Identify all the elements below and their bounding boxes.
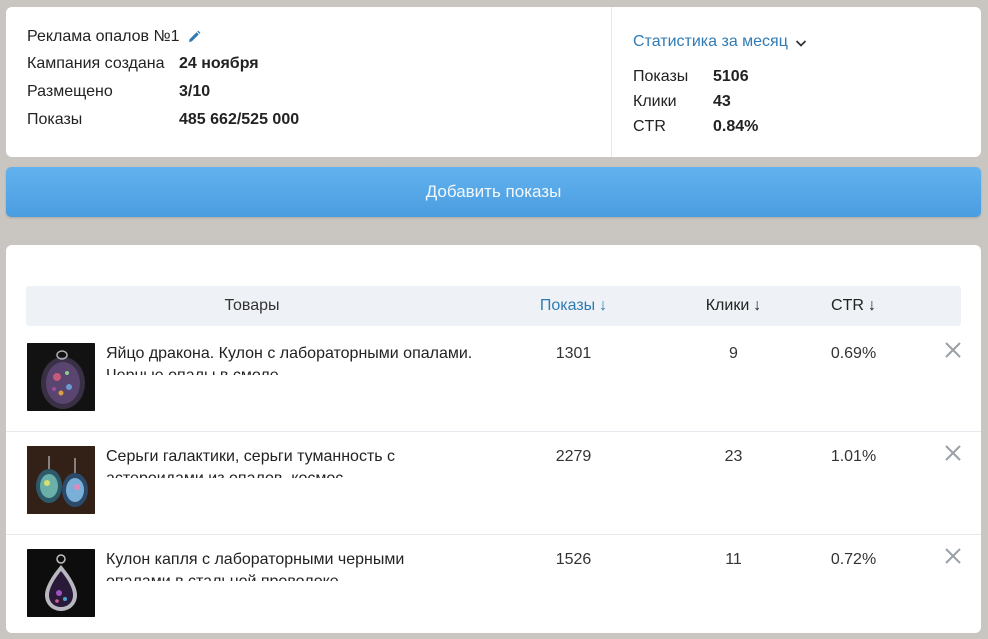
row-clicks: 11 — [725, 551, 742, 568]
sort-arrow-icon: ↓ — [753, 297, 762, 314]
campaign-title-row: Реклама опалов №1 — [27, 27, 611, 47]
stat-clicks-label: Клики — [633, 92, 677, 110]
product-title[interactable]: Кулон капля с лабораторными черными опал… — [106, 549, 496, 581]
monthly-stats-toggle[interactable]: Статистика за месяц — [633, 32, 981, 52]
product-thumbnail[interactable] — [27, 549, 95, 617]
row-ctr: 0.69% — [830, 345, 877, 362]
product-thumbnail[interactable] — [27, 343, 95, 411]
campaign-details: Кампания создана 24 ноября Размещено 3/1… — [27, 50, 611, 134]
add-impressions-button[interactable]: Добавить показы — [6, 167, 981, 217]
row-clicks: 23 — [724, 448, 743, 465]
products-table-card: Товары Показы ↓ Клики ↓ CTR ↓ Яйцо драко… — [6, 245, 981, 633]
close-icon[interactable] — [942, 442, 964, 464]
product-title-line1: Серьги галактики, серьги туманность с — [106, 448, 396, 465]
product-title-line1: Яйцо дракона. Кулон с лабораторными опал… — [106, 345, 473, 362]
table-body: Яйцо дракона. Кулон с лабораторными опал… — [6, 329, 981, 638]
header-ctr-label: CTR — [831, 297, 864, 314]
row-clicks: 9 — [729, 345, 738, 362]
stat-clicks-row: Клики 43 — [633, 89, 981, 114]
product-title-line2: Черные опалы в смоле — [106, 365, 496, 375]
page: Реклама опалов №1 Кампания создана 24 но… — [0, 0, 988, 639]
product-title[interactable]: Серьги галактики, серьги туманность с ас… — [106, 446, 496, 478]
close-icon[interactable] — [942, 339, 964, 361]
header-ctr-sort[interactable]: CTR ↓ — [806, 286, 901, 326]
product-title[interactable]: Яйцо дракона. Кулон с лабораторными опал… — [106, 343, 496, 375]
placed-row: Размещено 3/10 — [27, 78, 611, 106]
row-shows: 2279 — [555, 448, 592, 465]
table-row: Серьги галактики, серьги туманность с ас… — [6, 432, 981, 535]
campaign-summary-card: Реклама опалов №1 Кампания создана 24 но… — [6, 7, 981, 157]
shows-label: Показы — [27, 111, 83, 128]
header-products-label: Товары — [224, 297, 280, 314]
stat-ctr-row: CTR 0.84% — [633, 114, 981, 139]
shows-value: 485 662/525 000 — [179, 111, 300, 128]
created-value: 24 ноября — [179, 55, 259, 72]
table-header: Товары Показы ↓ Клики ↓ CTR ↓ — [26, 286, 961, 326]
stat-clicks-value: 43 — [713, 92, 731, 110]
row-shows: 1526 — [555, 551, 592, 568]
product-title-line2: опалами в стальной проволоке — [106, 571, 496, 581]
table-row: Яйцо дракона. Кулон с лабораторными опал… — [6, 329, 981, 432]
stat-ctr-value: 0.84% — [713, 117, 759, 135]
monthly-stats-list: Показы 5106 Клики 43 CTR 0.84% — [633, 64, 981, 139]
sort-arrow-icon: ↓ — [599, 297, 608, 314]
row-shows: 1301 — [555, 345, 592, 362]
header-shows-sort[interactable]: Показы ↓ — [516, 286, 631, 326]
header-clicks-sort[interactable]: Клики ↓ — [676, 286, 791, 326]
placed-value: 3/10 — [179, 83, 211, 100]
table-row: Кулон капля с лабораторными черными опал… — [6, 535, 981, 638]
product-title-line1: Кулон капля с лабораторными черными — [106, 551, 405, 568]
stat-shows-value: 5106 — [713, 67, 749, 85]
stat-shows-row: Показы 5106 — [633, 64, 981, 89]
created-row: Кампания создана 24 ноября — [27, 50, 611, 78]
shows-row: Показы 485 662/525 000 — [27, 106, 611, 134]
monthly-stats-toggle-label: Статистика за месяц — [633, 33, 788, 50]
sort-arrow-icon: ↓ — [867, 297, 876, 314]
stat-shows-label: Показы — [633, 67, 689, 85]
header-shows-label: Показы — [539, 297, 596, 314]
stat-ctr-label: CTR — [633, 117, 666, 135]
row-ctr: 0.72% — [830, 551, 877, 568]
placed-label: Размещено — [27, 83, 113, 100]
pencil-icon[interactable] — [187, 30, 201, 44]
close-icon[interactable] — [942, 545, 964, 567]
campaign-info: Реклама опалов №1 Кампания создана 24 но… — [6, 7, 612, 157]
product-title-line2: астероидами из опалов, космос — [106, 468, 496, 478]
row-ctr: 1.01% — [830, 448, 877, 465]
product-thumbnail[interactable] — [27, 446, 95, 514]
campaign-title: Реклама опалов №1 — [27, 28, 180, 45]
monthly-stats: Статистика за месяц Показы 5106 Клики 43 — [612, 7, 981, 157]
created-label: Кампания создана — [27, 55, 165, 72]
header-products: Товары — [172, 286, 332, 326]
chevron-down-icon — [795, 36, 807, 48]
header-clicks-label: Клики — [705, 297, 750, 314]
